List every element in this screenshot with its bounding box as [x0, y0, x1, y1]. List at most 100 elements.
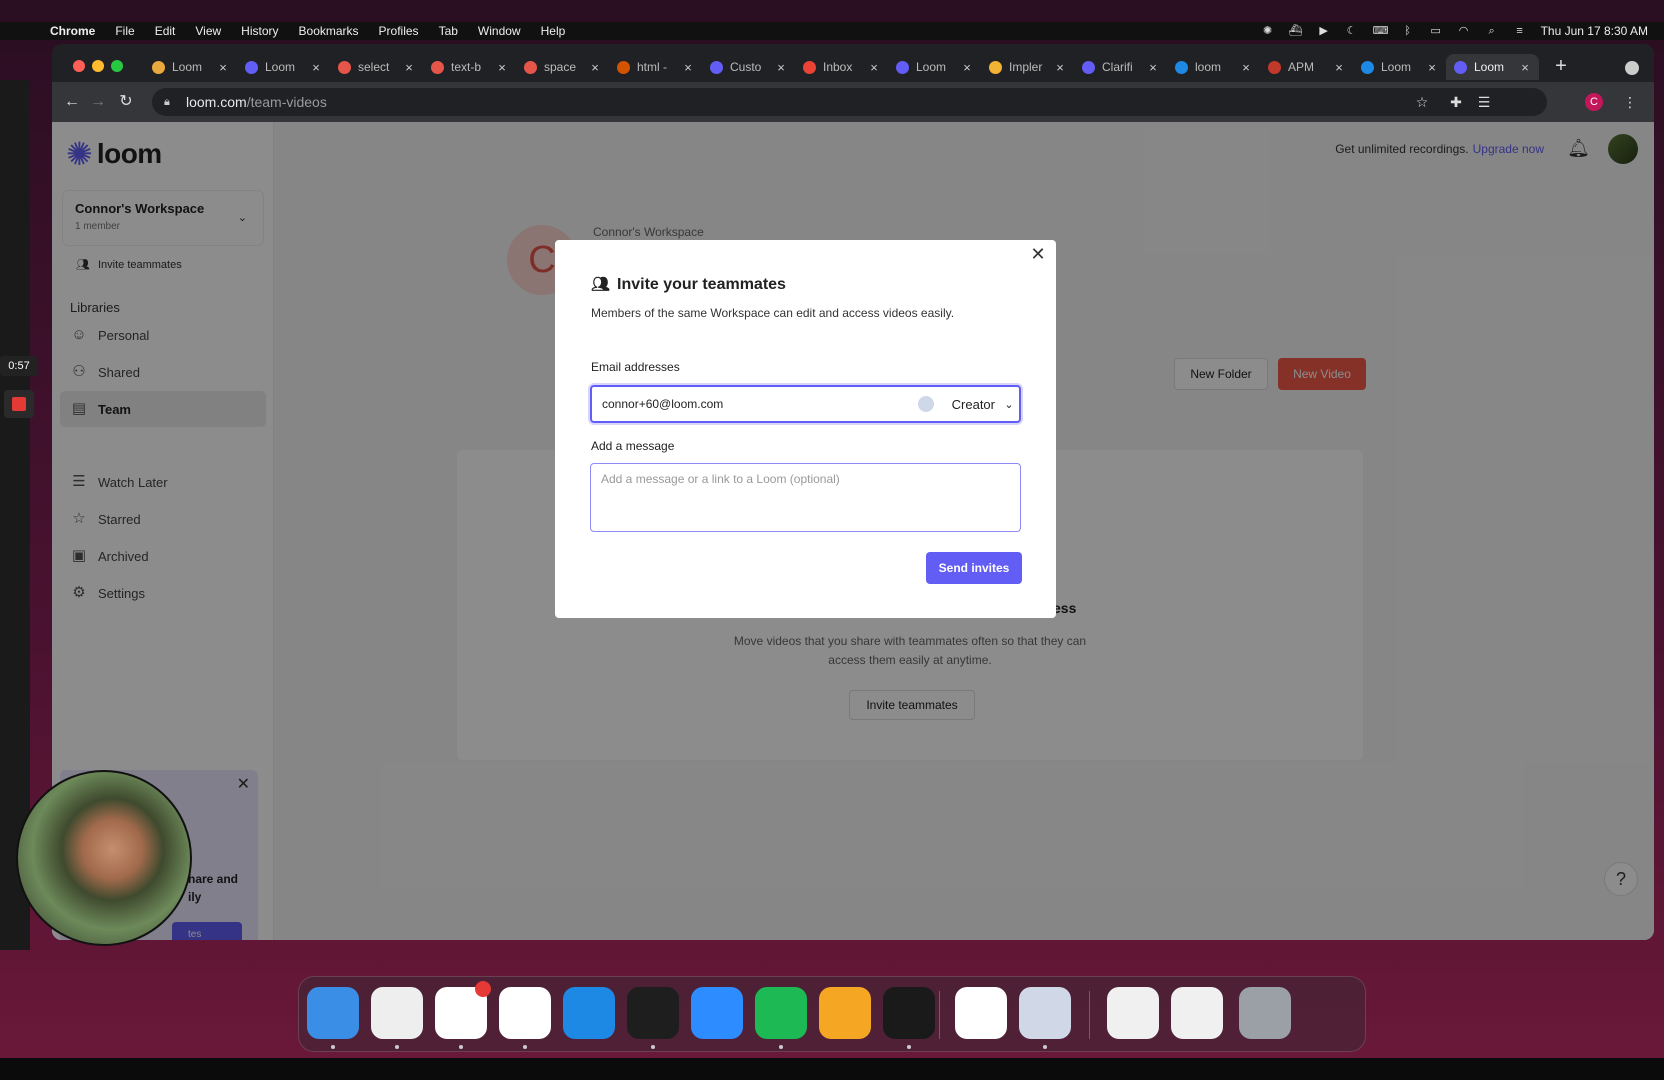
role-select[interactable]: Creator [952, 397, 995, 412]
dock-trash-icon[interactable] [1239, 987, 1291, 1039]
play-icon[interactable]: ▶ [1317, 25, 1331, 37]
dock-chrome-icon[interactable] [371, 987, 423, 1039]
lock-icon[interactable]: 🔒︎ [164, 96, 176, 108]
menu-app-name[interactable]: Chrome [50, 24, 95, 38]
browser-tab[interactable]: Clarifi × [1074, 54, 1167, 80]
recording-timer: 0:57 [0, 356, 38, 376]
chrome-window: Loom × Loom × select × text-b × space × html - × Cus… [52, 44, 1654, 940]
send-invites-button[interactable]: Send invites [926, 552, 1022, 584]
browser-tab[interactable]: APM × [1260, 54, 1353, 80]
menu-view[interactable]: View [195, 24, 221, 38]
menubar-status: ✺ ⛴ ▶ ☾ ⌨ ᛒ ▭ ◠ ⌕ ≡ Thu Jun 17 8:30 AM [1261, 22, 1648, 40]
dock-terminal-icon[interactable] [883, 987, 935, 1039]
battery-icon[interactable]: ▭ [1429, 25, 1443, 37]
tab-close-icon[interactable]: × [310, 60, 322, 75]
tab-close-icon[interactable]: × [217, 60, 229, 75]
chevron-down-icon[interactable]: ⌄ [999, 398, 1019, 411]
tab-close-icon[interactable]: × [961, 60, 973, 75]
browser-tab[interactable]: Loom × [237, 54, 330, 80]
dock-preview-icon[interactable] [1019, 987, 1071, 1039]
window-close-button[interactable] [73, 60, 85, 72]
forward-icon[interactable]: → [88, 92, 108, 112]
address-bar[interactable]: 🔒︎ loom.com/team-videos [152, 88, 1547, 116]
tab-close-icon[interactable]: × [1519, 60, 1531, 75]
dock-vscode-icon[interactable] [563, 987, 615, 1039]
dock-window-1-icon[interactable] [1107, 987, 1159, 1039]
dock-window-2-icon[interactable] [1171, 987, 1223, 1039]
tab-close-icon[interactable]: × [403, 60, 415, 75]
browser-tab[interactable]: Custo × [702, 54, 795, 80]
password-manager-icon[interactable] [917, 396, 934, 412]
dock-notion-icon[interactable] [499, 987, 551, 1039]
tab-close-icon[interactable]: × [1147, 60, 1159, 75]
control-center-icon[interactable]: ≡ [1513, 25, 1527, 37]
dock-numbers-icon[interactable] [955, 987, 1007, 1039]
dock-finder-icon[interactable] [307, 987, 359, 1039]
menu-help[interactable]: Help [541, 24, 566, 38]
apple-icon[interactable] [20, 24, 34, 38]
new-tab-button[interactable]: + [1550, 56, 1572, 78]
tab-close-icon[interactable]: × [496, 60, 508, 75]
tab-title: Loom [916, 60, 947, 74]
dock-figma-icon[interactable] [627, 987, 679, 1039]
dock-running-indicator [907, 1045, 911, 1049]
tab-search-icon[interactable] [1625, 61, 1639, 75]
menu-profiles[interactable]: Profiles [379, 24, 419, 38]
reading-list-icon[interactable]: ☰ [1474, 92, 1494, 112]
browser-tab[interactable]: Loom × [144, 54, 237, 80]
browser-tab[interactable]: html - × [609, 54, 702, 80]
reload-icon[interactable]: ↻ [116, 92, 136, 112]
menu-edit[interactable]: Edit [155, 24, 176, 38]
dock-spotify-icon[interactable] [755, 987, 807, 1039]
chrome-menu-icon[interactable]: ⋮ [1620, 92, 1640, 112]
browser-tab[interactable]: select × [330, 54, 423, 80]
extensions-icon[interactable]: ✚ [1446, 92, 1466, 112]
tab-close-icon[interactable]: × [589, 60, 601, 75]
recording-stop-button[interactable] [4, 390, 34, 418]
tab-close-icon[interactable]: × [775, 60, 787, 75]
tab-favicon-icon [245, 60, 258, 74]
close-icon[interactable]: ✕ [1028, 244, 1048, 264]
tab-close-icon[interactable]: × [1240, 60, 1252, 75]
tab-close-icon[interactable]: × [1426, 60, 1438, 75]
menubar-clock[interactable]: Thu Jun 17 8:30 AM [1541, 24, 1648, 38]
browser-tab[interactable]: loom × [1167, 54, 1260, 80]
menu-window[interactable]: Window [478, 24, 521, 38]
tab-close-icon[interactable]: × [1054, 60, 1066, 75]
window-zoom-button[interactable] [111, 60, 123, 72]
browser-tab[interactable]: Loom × [1446, 54, 1539, 80]
email-value[interactable]: connor+60@loom.com [602, 397, 918, 411]
loom-status-icon[interactable]: ✺ [1261, 25, 1275, 37]
dock-zoom-icon[interactable] [691, 987, 743, 1039]
moon-icon[interactable]: ☾ [1345, 25, 1359, 37]
menu-file[interactable]: File [115, 24, 134, 38]
profile-avatar[interactable]: C [1585, 93, 1603, 111]
tab-close-icon[interactable]: × [682, 60, 694, 75]
browser-tab[interactable]: Inbox × [795, 54, 888, 80]
back-icon[interactable]: ← [62, 92, 82, 112]
webcam-bubble[interactable] [16, 770, 192, 946]
wifi-icon[interactable]: ◠ [1457, 25, 1471, 37]
browser-tab[interactable]: text-b × [423, 54, 516, 80]
browser-tab[interactable]: Impler × [981, 54, 1074, 80]
search-icon[interactable]: ⌕ [1485, 25, 1499, 37]
dock-tableplus-icon[interactable] [819, 987, 871, 1039]
docker-icon[interactable]: ⛴ [1289, 25, 1303, 37]
window-minimize-button[interactable] [92, 60, 104, 72]
browser-tab[interactable]: space × [516, 54, 609, 80]
browser-tab[interactable]: Loom × [1353, 54, 1446, 80]
menu-history[interactable]: History [241, 24, 278, 38]
tab-title: html - [637, 60, 667, 74]
message-textarea[interactable]: Add a message or a link to a Loom (optio… [590, 463, 1021, 532]
menu-bookmarks[interactable]: Bookmarks [299, 24, 359, 38]
email-field[interactable]: connor+60@loom.com Creator ⌄ [590, 385, 1021, 423]
bookmark-star-icon[interactable]: ☆ [1412, 92, 1432, 112]
browser-tab[interactable]: Loom × [888, 54, 981, 80]
tab-close-icon[interactable]: × [868, 60, 880, 75]
keyboard-icon[interactable]: ⌨ [1373, 25, 1389, 37]
tab-favicon-icon [1175, 60, 1188, 74]
tab-close-icon[interactable]: × [1333, 60, 1345, 75]
menu-tab[interactable]: Tab [439, 24, 458, 38]
dock-running-indicator [779, 1045, 783, 1049]
bluetooth-icon[interactable]: ᛒ [1401, 25, 1415, 37]
